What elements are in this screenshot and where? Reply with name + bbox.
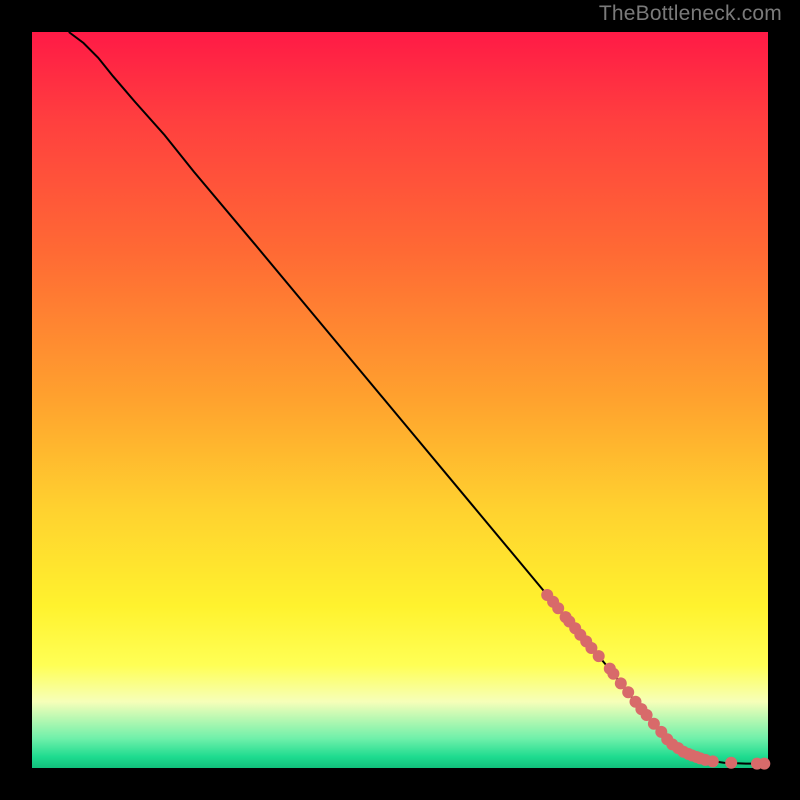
- data-point: [758, 758, 770, 770]
- data-point: [707, 755, 719, 767]
- data-point: [725, 757, 737, 769]
- data-point: [622, 686, 634, 698]
- chart-overlay: [32, 32, 768, 768]
- chart-frame: TheBottleneck.com: [0, 0, 800, 800]
- data-points-group: [541, 589, 770, 770]
- data-point: [607, 668, 619, 680]
- attribution-label: TheBottleneck.com: [599, 2, 782, 26]
- data-point: [593, 650, 605, 662]
- bottleneck-curve: [69, 32, 768, 764]
- plot-area: [32, 32, 768, 768]
